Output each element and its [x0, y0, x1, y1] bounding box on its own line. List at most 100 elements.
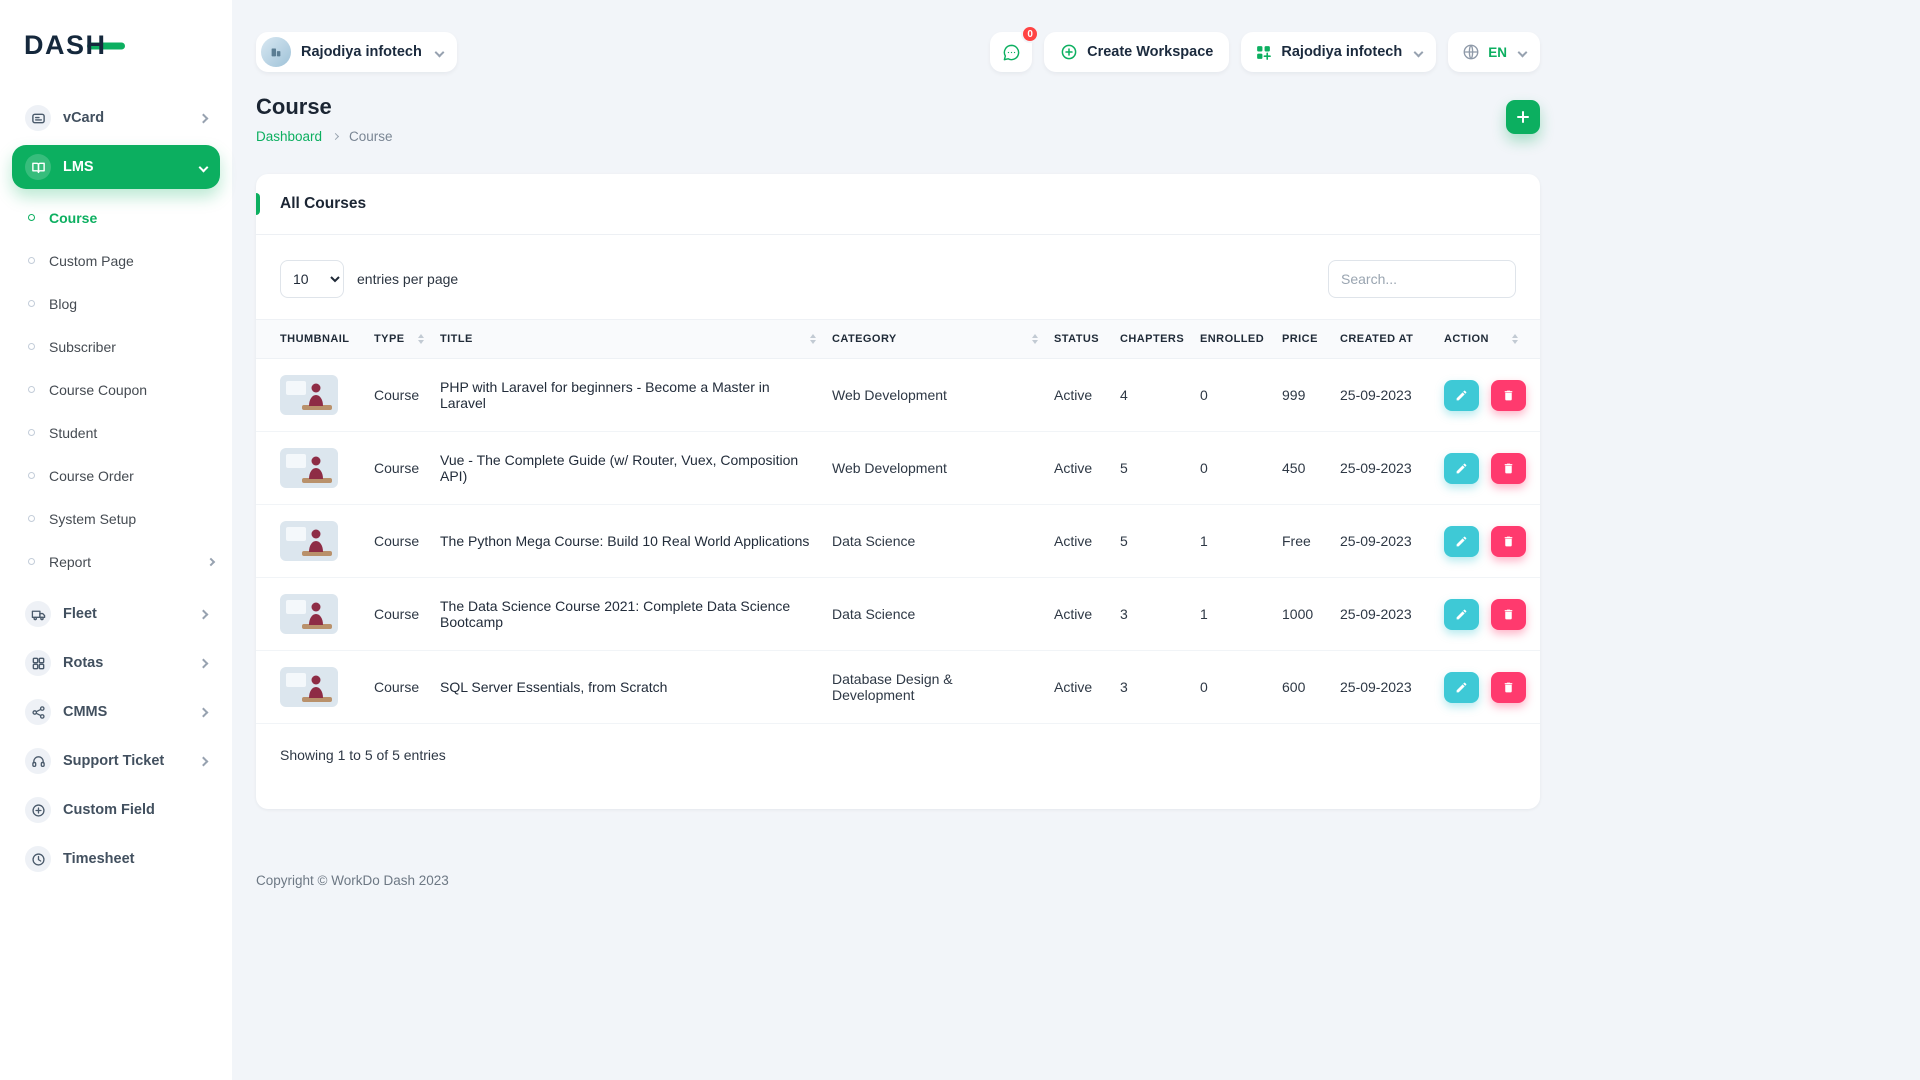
cell-created-at: 25-09-2023 [1332, 578, 1436, 651]
nodes-icon [25, 699, 51, 725]
column-header-action[interactable]: ACTION [1436, 320, 1540, 359]
table-row: Course The Python Mega Course: Build 10 … [256, 505, 1540, 578]
entries-per-page-select[interactable]: 10 [280, 260, 344, 298]
column-header-title[interactable]: TITLE [432, 320, 824, 359]
cell-enrolled: 1 [1192, 505, 1274, 578]
edit-course-button[interactable] [1444, 380, 1479, 411]
delete-course-button[interactable] [1491, 599, 1526, 630]
edit-course-button[interactable] [1444, 599, 1479, 630]
edit-course-button[interactable] [1444, 526, 1479, 557]
lms-submenu: Course Custom Page Blog Subscriber Cours… [0, 194, 232, 587]
card-title: All Courses [280, 195, 366, 212]
sidebar-subitem-report[interactable]: Report [0, 540, 232, 583]
language-dropdown[interactable]: EN [1448, 32, 1540, 72]
column-header-category[interactable]: CATEGORY [824, 320, 1046, 359]
cell-category: Data Science [824, 578, 1046, 651]
delete-course-button[interactable] [1491, 526, 1526, 557]
id-card-icon [25, 105, 51, 131]
sidebar-item-label: Support Ticket [63, 753, 164, 769]
sidebar-item-support-ticket[interactable]: Support Ticket [12, 739, 220, 783]
cell-price: 999 [1274, 359, 1332, 432]
sidebar-subitem-label: Blog [49, 296, 77, 312]
sidebar-item-label: CMMS [63, 704, 107, 720]
chevron-right-icon [199, 756, 209, 766]
bullet-icon [28, 386, 35, 393]
app-root: DASH vCard LMS Course [0, 0, 1564, 1080]
sidebar-item-label: LMS [63, 159, 94, 175]
cell-chapters: 5 [1112, 505, 1192, 578]
sidebar: DASH vCard LMS Course [0, 0, 232, 1080]
sidebar-item-vcard[interactable]: vCard [12, 96, 220, 140]
sidebar-subitem-student[interactable]: Student [0, 411, 232, 454]
sidebar-subitem-subscriber[interactable]: Subscriber [0, 325, 232, 368]
cell-type: Course [366, 651, 432, 724]
breadcrumb-current: Course [349, 129, 393, 144]
sidebar-subitem-custom-page[interactable]: Custom Page [0, 239, 232, 282]
sort-icon[interactable] [1512, 334, 1518, 344]
chevron-right-icon [207, 557, 215, 565]
entries-per-page-label: entries per page [357, 271, 458, 287]
cell-status: Active [1046, 651, 1112, 724]
bullet-icon [28, 257, 35, 264]
workspace-dropdown[interactable]: Rajodiya infotech [256, 32, 457, 72]
app-logo[interactable]: DASH [0, 0, 232, 77]
chevron-right-icon [199, 658, 209, 668]
sidebar-item-timesheet[interactable]: Timesheet [12, 837, 220, 881]
sidebar-subitem-course[interactable]: Course [0, 196, 232, 239]
column-header-type[interactable]: TYPE [366, 320, 432, 359]
edit-course-button[interactable] [1444, 672, 1479, 703]
sort-icon[interactable] [1032, 334, 1038, 344]
sidebar-item-rotas[interactable]: Rotas [12, 641, 220, 685]
courses-table: THUMBNAIL TYPE TITLE CATEGORY STATUS CHA… [256, 319, 1540, 724]
cell-type: Course [366, 432, 432, 505]
workspace-switcher-dropdown[interactable]: Rajodiya infotech [1241, 32, 1436, 72]
sidebar-item-cmms[interactable]: CMMS [12, 690, 220, 734]
chat-button[interactable]: 0 [990, 32, 1032, 72]
bullet-icon [28, 558, 35, 565]
copyright-text: Copyright © WorkDo Dash 2023 [256, 873, 1540, 888]
sort-icon[interactable] [418, 334, 424, 344]
topbar-actions: 0 Create Workspace Rajodiya infotech EN [990, 32, 1540, 72]
sidebar-subitem-blog[interactable]: Blog [0, 282, 232, 325]
sidebar-subitem-system-setup[interactable]: System Setup [0, 497, 232, 540]
cell-category: Database Design & Development [824, 651, 1046, 724]
sidebar-item-custom-field[interactable]: Custom Field [12, 788, 220, 832]
breadcrumb-dashboard-link[interactable]: Dashboard [256, 129, 322, 144]
topbar: Rajodiya infotech 0 Create Workspace Raj… [256, 32, 1540, 72]
page-header: Course Dashboard Course [256, 94, 1540, 144]
cell-price: 600 [1274, 651, 1332, 724]
sidebar-subitem-course-coupon[interactable]: Course Coupon [0, 368, 232, 411]
create-workspace-button[interactable]: Create Workspace [1044, 32, 1229, 72]
trash-icon [1502, 535, 1515, 548]
pencil-icon [1455, 681, 1468, 694]
add-course-button[interactable] [1506, 100, 1540, 134]
workspace-switcher-name: Rajodiya infotech [1281, 44, 1402, 60]
search-input[interactable] [1328, 260, 1516, 298]
cell-status: Active [1046, 359, 1112, 432]
cell-type: Course [366, 505, 432, 578]
bullet-icon [28, 515, 35, 522]
cell-status: Active [1046, 505, 1112, 578]
sort-icon[interactable] [810, 334, 816, 344]
bullet-icon [28, 343, 35, 350]
table-row: Course PHP with Laravel for beginners - … [256, 359, 1540, 432]
trash-icon [1502, 462, 1515, 475]
sidebar-item-lms[interactable]: LMS [12, 145, 220, 189]
cell-category: Web Development [824, 432, 1046, 505]
bullet-icon [28, 472, 35, 479]
create-workspace-label: Create Workspace [1087, 44, 1213, 60]
sidebar-subitem-label: Course Coupon [49, 382, 147, 398]
column-header-chapters: CHAPTERS [1112, 320, 1192, 359]
delete-course-button[interactable] [1491, 672, 1526, 703]
cell-created-at: 25-09-2023 [1332, 651, 1436, 724]
column-header-price: PRICE [1274, 320, 1332, 359]
edit-course-button[interactable] [1444, 453, 1479, 484]
sidebar-item-label: Rotas [63, 655, 103, 671]
cell-enrolled: 0 [1192, 432, 1274, 505]
cell-status: Active [1046, 578, 1112, 651]
delete-course-button[interactable] [1491, 380, 1526, 411]
main-area: Rajodiya infotech 0 Create Workspace Raj… [232, 0, 1564, 1080]
sidebar-subitem-course-order[interactable]: Course Order [0, 454, 232, 497]
sidebar-item-fleet[interactable]: Fleet [12, 592, 220, 636]
delete-course-button[interactable] [1491, 453, 1526, 484]
